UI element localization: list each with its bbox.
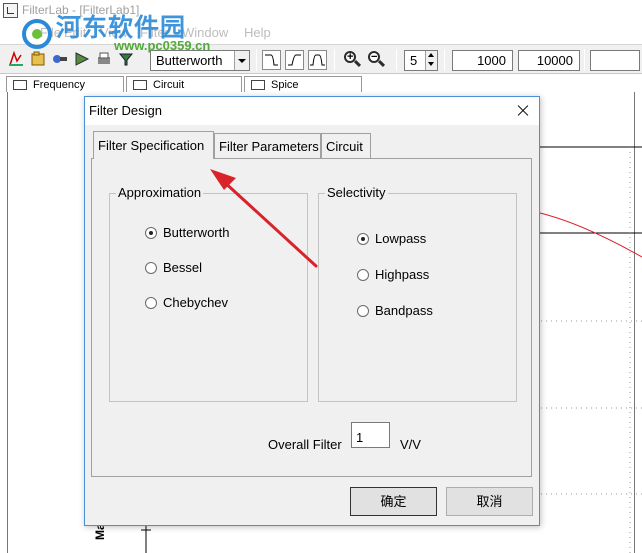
filter-design-dialog: Filter Design Filter Specification Filte… [84, 96, 540, 526]
freq-max-field[interactable]: 10000 [518, 50, 580, 71]
order-spinner-value: 5 [410, 53, 418, 68]
cancel-button[interactable]: 取消 [446, 487, 533, 516]
circuit-small-icon [133, 80, 147, 90]
chevron-down-icon[interactable] [234, 51, 249, 70]
approximation-group-label: Approximation [116, 185, 204, 200]
doc-tab-label: Spice [271, 79, 299, 91]
radio-lowpass[interactable]: Lowpass [357, 231, 426, 246]
toolbar-separator [444, 49, 445, 71]
filter-specification-panel: Approximation Butterworth Bessel Chebych… [91, 158, 532, 477]
radio-unchecked-icon[interactable] [357, 304, 369, 317]
radio-label: Highpass [375, 267, 430, 282]
radio-unchecked-icon[interactable] [145, 296, 157, 309]
radio-label: Butterworth [163, 225, 230, 240]
watermark: 河东软件园 www.pc0359.cn [22, 14, 210, 54]
doc-tab-circuit[interactable]: Circuit [126, 76, 242, 92]
toolbar-separator [584, 49, 585, 71]
radio-highpass[interactable]: Highpass [357, 267, 429, 282]
toolbar-separator [334, 49, 335, 71]
overall-filter-label: Overall Filter [268, 437, 342, 452]
radio-checked-icon[interactable] [357, 232, 369, 245]
tab-filter-parameters[interactable]: Filter Parameters [214, 133, 321, 158]
menu-help[interactable]: Help [244, 25, 271, 40]
doc-tab-label: Circuit [153, 79, 185, 91]
doc-tab-label: Frequency [33, 79, 85, 91]
radio-checked-icon[interactable] [145, 226, 157, 239]
close-icon[interactable] [513, 101, 533, 121]
radio-chebychev[interactable]: Chebychev [145, 295, 228, 310]
radio-unchecked-icon[interactable] [357, 268, 369, 281]
radio-unchecked-icon[interactable] [145, 261, 157, 274]
radio-bandpass[interactable]: Bandpass [357, 303, 433, 318]
radio-label: Lowpass [375, 231, 427, 246]
radio-label: Bandpass [375, 303, 433, 318]
freq-min-field[interactable]: 1000 [452, 50, 513, 71]
bandpass-response-icon[interactable] [308, 50, 327, 70]
watermark-url: www.pc0359.cn [114, 38, 211, 53]
tab-filter-specification[interactable]: Filter Specification [93, 131, 214, 159]
approximation-select-value: Butterworth [156, 53, 223, 68]
highpass-response-icon[interactable] [285, 50, 304, 70]
dialog-title: Filter Design [89, 103, 162, 118]
document-tabs: Frequency Circuit Spice [0, 74, 642, 92]
tab-circuit[interactable]: Circuit [321, 133, 371, 158]
spice-icon [251, 80, 265, 90]
spinner-arrows-icon[interactable] [425, 51, 437, 70]
order-spinner[interactable]: 5 [404, 50, 438, 71]
zoom-in-icon[interactable]: + [342, 50, 362, 70]
radio-bessel[interactable]: Bessel [145, 260, 202, 275]
zoom-out-icon[interactable]: − [366, 50, 386, 70]
radio-label: Chebychev [163, 295, 229, 310]
doc-tab-frequency[interactable]: Frequency [6, 76, 124, 92]
overall-filter-unit: V/V [400, 437, 421, 452]
selectivity-group: Selectivity Lowpass Highpass Bandpass [318, 185, 517, 402]
frequency-icon [13, 80, 27, 90]
dialog-titlebar: Filter Design [85, 97, 539, 125]
watermark-logo-icon [22, 19, 52, 49]
toolbar-field-extra[interactable] [590, 50, 640, 71]
toolbar-separator [256, 49, 257, 71]
ok-button[interactable]: 确定 [350, 487, 437, 516]
app-icon [3, 3, 18, 18]
approximation-group: Approximation Butterworth Bessel Chebych… [109, 185, 308, 402]
overall-filter-input[interactable] [351, 422, 390, 448]
radio-butterworth[interactable]: Butterworth [145, 225, 229, 240]
plot-response-curve [535, 211, 642, 258]
selectivity-group-label: Selectivity [325, 185, 388, 200]
radio-label: Bessel [163, 260, 203, 275]
lowpass-response-icon[interactable] [262, 50, 281, 70]
doc-tab-spice[interactable]: Spice [244, 76, 362, 92]
toolbar-separator [396, 49, 397, 71]
